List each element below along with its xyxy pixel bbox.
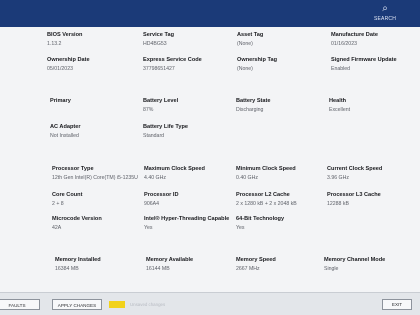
memory-available-value: 16144 MB [146, 266, 170, 272]
ownership-tag-value: (None) [237, 66, 253, 72]
ac-adapter-label: AC Adapter [50, 124, 81, 130]
search-label: SEARCH [373, 16, 397, 22]
core-count-value: 2 + 8 [52, 201, 64, 207]
max-clock-speed-field: Maximum Clock Speed 4.40 GHz [144, 166, 205, 181]
express-service-code-field: Express Service Code 37798651427 [143, 57, 202, 72]
max-clock-speed-value: 4.40 GHz [144, 175, 166, 181]
battery-state-value: Discharging [236, 107, 264, 113]
manufacture-date-value: 01/16/2023 [331, 41, 357, 47]
microcode-version-value: 42A [52, 225, 62, 231]
ac-adapter-value: Not Installed [50, 133, 79, 139]
ownership-tag-field: Ownership Tag (None) [237, 57, 277, 72]
search-icon: ⌕ [382, 3, 388, 14]
min-clock-speed-field: Minimum Clock Speed 0.40 GHz [236, 166, 296, 181]
min-clock-speed-value: 0.40 GHz [236, 175, 258, 181]
battery-health-value: Excellent [329, 107, 351, 113]
memory-channel-mode-value: Single [324, 266, 339, 272]
battery-state-label: Battery State [236, 98, 271, 104]
memory-installed-label: Memory Installed [55, 257, 101, 263]
memory-speed-value: 2667 MHz [236, 266, 260, 272]
battery-level-label: Battery Level [143, 98, 179, 104]
top-navigation-bar: ⌕ SEARCH [0, 0, 420, 27]
x64-technology-label: 64-Bit Technology [236, 216, 285, 222]
bios-version-value: 1.13.2 [47, 41, 62, 47]
bios-screen: ⌕ SEARCH BIOS Version 1.13.2 Service Tag… [0, 0, 420, 315]
service-tag-label: Service Tag [143, 32, 174, 38]
battery-level-value: 87% [143, 107, 154, 113]
processor-l2-cache-label: Processor L2 Cache [236, 192, 290, 198]
signed-firmware-update-field: Signed Firmware Update Enabled [331, 57, 397, 72]
service-tag-field: Service Tag HD4BG53 [143, 32, 174, 47]
signed-firmware-update-value: Enabled [331, 66, 351, 72]
ownership-date-value: 05/01/2023 [47, 66, 73, 72]
min-clock-speed-label: Minimum Clock Speed [236, 166, 296, 172]
core-count-label: Core Count [52, 192, 83, 198]
current-clock-speed-value: 3.96 GHz [327, 175, 349, 181]
changes-indicator [109, 301, 125, 308]
ownership-date-field: Ownership Date 05/01/2023 [47, 57, 90, 72]
hyper-threading-value: Yes [144, 225, 153, 231]
battery-health-field: Health Excellent [329, 98, 350, 113]
x64-technology-value: Yes [236, 225, 245, 231]
battery-level-field: Battery Level 87% [143, 98, 178, 113]
ownership-date-label: Ownership Date [47, 57, 90, 63]
processor-type-label: Processor Type [52, 166, 94, 172]
memory-available-label: Memory Available [146, 257, 194, 263]
battery-state-field: Battery State Discharging [236, 98, 271, 113]
hyper-threading-field: Intel® Hyper-Threading Capable Yes [144, 216, 229, 231]
battery-life-type-value: Standard [143, 133, 165, 139]
microcode-version-field: Microcode Version 42A [52, 216, 102, 231]
hyper-threading-label: Intel® Hyper-Threading Capable [144, 216, 230, 222]
current-clock-speed-label: Current Clock Speed [327, 166, 383, 172]
primary-battery-field: Primary [50, 98, 71, 104]
memory-available-field: Memory Available 16144 MB [146, 257, 193, 272]
asset-tag-label: Asset Tag [237, 32, 264, 38]
battery-life-type-field: Battery Life Type Standard [143, 124, 188, 139]
express-service-code-label: Express Service Code [143, 57, 202, 63]
unsaved-changes-text: Unsaved changes [130, 302, 166, 307]
memory-speed-field: Memory Speed 2667 MHz [236, 257, 276, 272]
processor-id-value: 906A4 [144, 201, 160, 207]
processor-type-field: Processor Type 12th Gen Intel(R) Core(TM… [52, 166, 138, 181]
processor-id-label: Processor ID [144, 192, 179, 198]
battery-health-label: Health [329, 98, 347, 104]
exit-button[interactable]: EXIT [382, 299, 412, 310]
processor-type-value: 12th Gen Intel(R) Core(TM) i5-1235U [52, 175, 138, 181]
memory-speed-label: Memory Speed [236, 257, 276, 263]
current-clock-speed-field: Current Clock Speed 3.96 GHz [327, 166, 382, 181]
max-clock-speed-label: Maximum Clock Speed [144, 166, 205, 172]
processor-l3-cache-field: Processor L3 Cache 12288 kB [327, 192, 381, 207]
manufacture-date-field: Manufacture Date 01/16/2023 [331, 32, 378, 47]
express-service-code-value: 37798651427 [143, 66, 175, 72]
signed-firmware-update-label: Signed Firmware Update [331, 57, 397, 63]
bios-version-field: BIOS Version 1.13.2 [47, 32, 82, 47]
x64-technology-field: 64-Bit Technology Yes [236, 216, 284, 231]
load-defaults-button[interactable]: FAULTS [0, 299, 40, 310]
ownership-tag-label: Ownership Tag [237, 57, 277, 63]
asset-tag-value: (None) [237, 41, 253, 47]
core-count-field: Core Count 2 + 8 [52, 192, 82, 207]
processor-l3-cache-label: Processor L3 Cache [327, 192, 381, 198]
bios-version-label: BIOS Version [47, 32, 83, 38]
battery-life-type-label: Battery Life Type [143, 124, 188, 130]
memory-channel-mode-field: Memory Channel Mode Single [324, 257, 385, 272]
processor-l2-cache-field: Processor L2 Cache 2 x 1280 kB + 2 x 204… [236, 192, 297, 207]
primary-battery-label: Primary [50, 98, 71, 104]
processor-l3-cache-value: 12288 kB [327, 201, 349, 207]
memory-installed-field: Memory Installed 16384 MB [55, 257, 101, 272]
memory-installed-value: 16384 MB [55, 266, 79, 272]
microcode-version-label: Microcode Version [52, 216, 102, 222]
processor-id-field: Processor ID 906A4 [144, 192, 179, 207]
bottom-action-bar: FAULTS APPLY CHANGES Unsaved changes EXI… [0, 292, 420, 315]
service-tag-value: HD4BG53 [143, 41, 167, 47]
processor-l2-cache-value: 2 x 1280 kB + 2 x 2048 kB [236, 201, 297, 207]
apply-changes-button[interactable]: APPLY CHANGES [52, 299, 102, 310]
memory-channel-mode-label: Memory Channel Mode [324, 257, 386, 263]
search-button[interactable]: ⌕ SEARCH [370, 3, 400, 25]
asset-tag-field: Asset Tag (None) [237, 32, 263, 47]
manufacture-date-label: Manufacture Date [331, 32, 378, 38]
ac-adapter-field: AC Adapter Not Installed [50, 124, 81, 139]
